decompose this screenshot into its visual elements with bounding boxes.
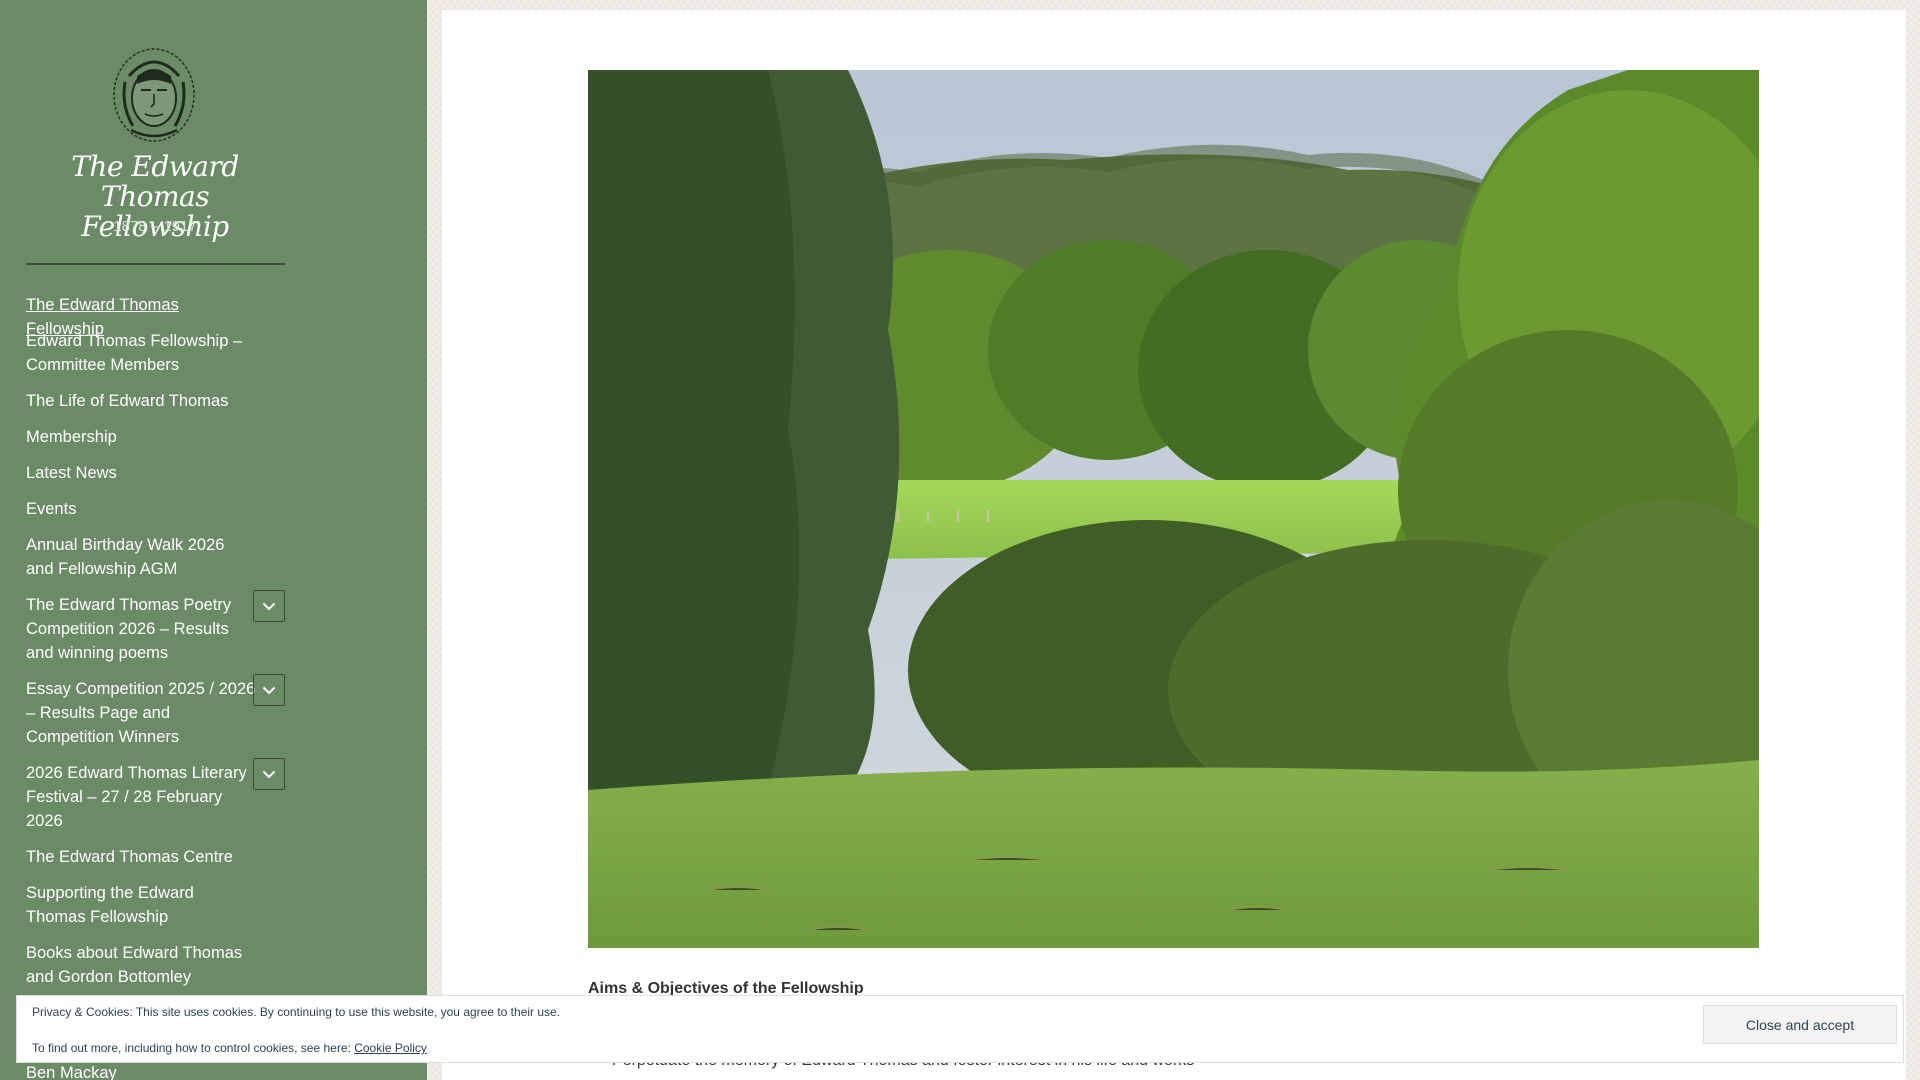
- nav-item-literary-festival[interactable]: 2026 Edward Thomas Literary Festival – 2…: [26, 761, 256, 833]
- cookie-more-info-text: To find out more, including how to contr…: [32, 1041, 351, 1055]
- sidebar-divider: [26, 263, 285, 265]
- chevron-down-icon: [262, 770, 276, 778]
- nav-item-essay-competition[interactable]: Essay Competition 2025 / 2026 – Results …: [26, 677, 256, 749]
- nav-item-latest-news[interactable]: Latest News: [26, 461, 256, 485]
- submenu-toggle-essay-competition[interactable]: [253, 674, 285, 706]
- cookie-more-info: To find out more, including how to contr…: [32, 1041, 427, 1055]
- nav-item-edward-thomas-centre[interactable]: The Edward Thomas Centre: [26, 845, 256, 869]
- close-and-accept-button[interactable]: Close and accept: [1703, 1005, 1897, 1044]
- nav-item-books[interactable]: Books about Edward Thomas and Gordon Bot…: [26, 941, 256, 989]
- nav-item-membership[interactable]: Membership: [26, 425, 256, 449]
- cookie-consent-bar: Privacy & Cookies: This site uses cookie…: [16, 995, 1904, 1063]
- nav-item-committee-members[interactable]: Edward Thomas Fellowship – Committee Mem…: [26, 329, 256, 377]
- nav-item-life-of-edward-thomas[interactable]: The Life of Edward Thomas: [26, 389, 256, 413]
- main-content: Aims & Objectives of the Fellowship • Pe…: [442, 10, 1906, 1080]
- submenu-toggle-literary-festival[interactable]: [253, 758, 285, 790]
- cookie-policy-link[interactable]: Cookie Policy: [354, 1041, 427, 1055]
- nav-item-birthday-walk[interactable]: Annual Birthday Walk 2026 and Fellowship…: [26, 533, 256, 581]
- sidebar: The Edward Thomas Fellowship 1878 – 1917…: [0, 0, 427, 1080]
- site-tagline: 1878 – 1917: [113, 218, 197, 235]
- hero-landscape-image: [588, 70, 1759, 948]
- cookie-notice-text: Privacy & Cookies: This site uses cookie…: [32, 1005, 561, 1019]
- submenu-toggle-poetry-competition[interactable]: [253, 590, 285, 622]
- nav-item-poetry-competition[interactable]: The Edward Thomas Poetry Competition 202…: [26, 593, 256, 665]
- nav-item-supporting[interactable]: Supporting the Edward Thomas Fellowship: [26, 881, 256, 929]
- chevron-down-icon: [262, 602, 276, 610]
- site-logo[interactable]: [111, 46, 197, 144]
- nav-item-ben-mackay[interactable]: Ben Mackay: [26, 1061, 256, 1080]
- chevron-down-icon: [262, 686, 276, 694]
- nav-item-events[interactable]: Events: [26, 497, 256, 521]
